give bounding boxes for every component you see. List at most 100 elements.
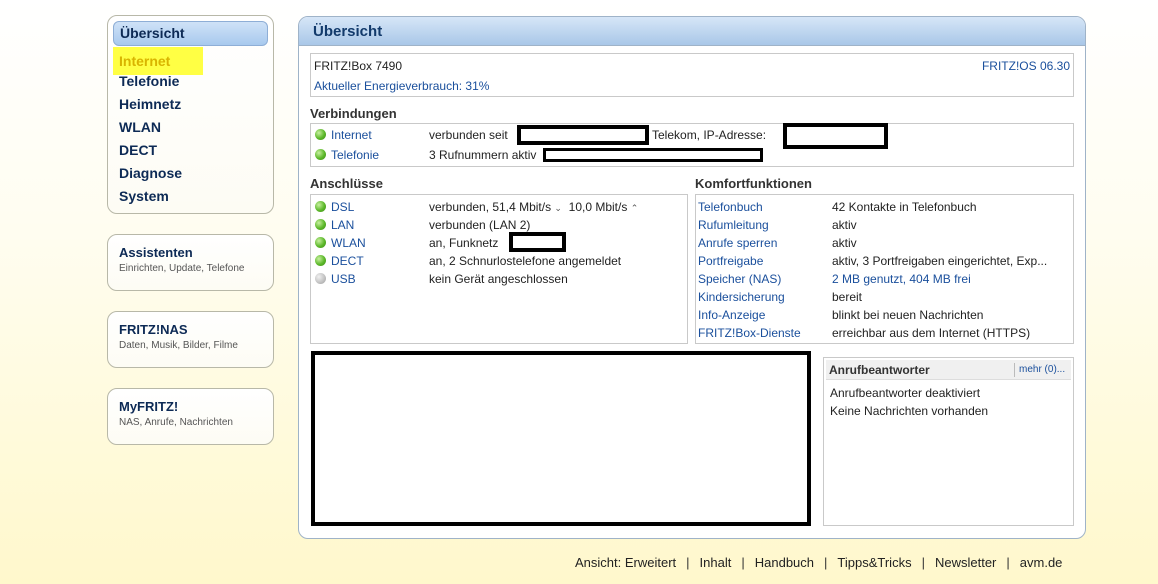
myfritz-card[interactable]: MyFRITZ! NAS, Anrufe, Nachrichten: [107, 388, 274, 445]
footer-separator: |: [1006, 555, 1010, 570]
footer-separator: |: [921, 555, 925, 570]
comfort-anrufe-sperren-value: aktiv: [832, 236, 857, 250]
nav-item-uebersicht[interactable]: Übersicht: [113, 21, 268, 46]
telefonie-link[interactable]: Telefonie: [331, 148, 379, 162]
comfort-info-anzeige-value: blinkt bei neuen Nachrichten: [832, 308, 984, 322]
ports-box: DSL verbunden, 51,4 Mbit/s ⌄ 10,0 Mbit/s…: [310, 194, 688, 344]
port-dsl: DSL: [315, 198, 354, 216]
comfort-anrufe-sperren[interactable]: Anrufe sperren: [698, 234, 777, 252]
footer-links: Ansicht: Erweitert | Inhalt | Handbuch | Tipps…: [575, 555, 1062, 570]
assistenten-title: Assistenten: [119, 245, 193, 260]
answering-machine-box: Anrufbeantworter mehr (0)... Anrufbeantw…: [823, 357, 1074, 526]
footer-separator: |: [741, 555, 745, 570]
assistenten-card[interactable]: Assistenten Einrichten, Update, Telefone: [107, 234, 274, 291]
port-dect: DECT: [315, 252, 364, 270]
internet-status: verbunden seit: [429, 128, 508, 142]
usb-value: kein Gerät angeschlossen: [429, 272, 568, 286]
arrow-down-icon: ⌄: [554, 203, 562, 213]
myfritz-title: MyFRITZ!: [119, 399, 179, 414]
port-usb: USB: [315, 270, 356, 288]
nav-item-wlan[interactable]: WLAN: [113, 116, 268, 139]
comfort-rufumleitung-value: aktiv: [832, 218, 857, 232]
fritznas-subtitle: Daten, Musik, Bilder, Filme: [119, 340, 238, 351]
comfort-portfreigabe[interactable]: Portfreigabe: [698, 252, 763, 270]
overview-panel: Übersicht FRITZ!Box 7490 FRITZ!OS 06.30 …: [298, 16, 1086, 539]
status-ok-icon: [315, 255, 326, 266]
nav-item-internet-label: Internet: [119, 53, 171, 69]
os-version-link[interactable]: FRITZ!OS 06.30: [982, 57, 1070, 75]
lan-link[interactable]: LAN: [331, 218, 354, 232]
nav-item-system[interactable]: System: [113, 185, 268, 208]
header-divider: [1014, 363, 1015, 377]
status-ok-icon: [315, 201, 326, 212]
port-wlan: WLAN: [315, 234, 366, 252]
main-navigation: Übersicht Internet Telefonie Heimnetz WL…: [107, 15, 274, 214]
footer-link-ansicht[interactable]: Ansicht: Erweitert: [575, 555, 676, 570]
footer-link-inhalt[interactable]: Inhalt: [700, 555, 732, 570]
dsl-upstream: 10,0 Mbit/s: [568, 200, 628, 214]
comfort-telefonbuch[interactable]: Telefonbuch: [698, 198, 763, 216]
comfort-speicher-value[interactable]: 2 MB genutzt, 404 MB frei: [832, 270, 971, 288]
device-info-box: FRITZ!Box 7490 FRITZ!OS 06.30 Aktueller …: [310, 53, 1074, 97]
telefonie-status: 3 Rufnummern aktiv: [429, 148, 537, 162]
redaction-block: [783, 123, 888, 149]
answering-machine-messages: Keine Nachrichten vorhanden: [830, 404, 989, 418]
comfort-rufumleitung[interactable]: Rufumleitung: [698, 216, 769, 234]
device-name: FRITZ!Box 7490: [314, 59, 403, 73]
redaction-block: [311, 351, 811, 526]
energy-link[interactable]: Aktueller Energieverbrauch: 31%: [314, 77, 489, 95]
redaction-block: [543, 148, 763, 162]
comfort-box: Telefonbuch 42 Kontakte in Telefonbuch R…: [695, 194, 1074, 344]
dsl-downstream: verbunden, 51,4 Mbit/s: [429, 200, 552, 214]
comfort-title: Komfortfunktionen: [695, 176, 812, 191]
nav-item-heimnetz[interactable]: Heimnetz: [113, 93, 268, 116]
comfort-info-anzeige[interactable]: Info-Anzeige: [698, 306, 765, 324]
status-inactive-icon: [315, 273, 326, 284]
footer-link-avm[interactable]: avm.de: [1020, 555, 1063, 570]
comfort-fritzbox-dienste[interactable]: FRITZ!Box-Dienste: [698, 324, 801, 342]
comfort-fritzbox-dienste-value: erreichbar aus dem Internet (HTTPS): [832, 326, 1031, 340]
fritznas-card[interactable]: FRITZ!NAS Daten, Musik, Bilder, Filme: [107, 311, 274, 368]
internet-provider: Telekom, IP-Adresse:: [652, 128, 767, 142]
footer-link-handbuch[interactable]: Handbuch: [755, 555, 814, 570]
internet-link[interactable]: Internet: [331, 128, 372, 142]
dsl-link[interactable]: DSL: [331, 200, 354, 214]
comfort-kindersicherung-value: bereit: [832, 290, 863, 304]
connections-title: Verbindungen: [310, 106, 397, 121]
usb-link[interactable]: USB: [331, 272, 356, 286]
footer-link-tipps[interactable]: Tipps&Tricks: [837, 555, 911, 570]
nav-item-telefonie[interactable]: Telefonie: [113, 70, 268, 93]
answering-machine-status: Anrufbeantworter deaktiviert: [830, 386, 981, 400]
comfort-portfreigabe-value: aktiv, 3 Portfreigaben eingerichtet, Exp…: [832, 254, 1048, 268]
dect-value: an, 2 Schnurlostelefone angemeldet: [429, 254, 622, 268]
fritznas-title: FRITZ!NAS: [119, 322, 188, 337]
comfort-telefonbuch-value: 42 Kontakte in Telefonbuch: [832, 200, 977, 214]
footer-separator: |: [824, 555, 828, 570]
answering-machine-more-link[interactable]: mehr (0)...: [1019, 361, 1065, 379]
assistenten-subtitle: Einrichten, Update, Telefone: [119, 263, 245, 274]
nav-item-diagnose[interactable]: Diagnose: [113, 162, 268, 185]
footer-link-newsletter[interactable]: Newsletter: [935, 555, 996, 570]
comfort-speicher[interactable]: Speicher (NAS): [698, 270, 781, 288]
myfritz-subtitle: NAS, Anrufe, Nachrichten: [119, 417, 233, 428]
wlan-value: an, Funknetz: [429, 236, 499, 250]
arrow-up-icon: ⌃: [630, 203, 639, 213]
port-lan: LAN: [315, 216, 354, 234]
status-ok-icon: [315, 149, 326, 160]
answering-machine-header: Anrufbeantworter mehr (0)...: [826, 360, 1071, 380]
status-ok-icon: [315, 237, 326, 248]
redaction-block: [509, 232, 566, 252]
page-title: Übersicht: [299, 17, 1085, 46]
nav-item-dect[interactable]: DECT: [113, 139, 268, 162]
connection-internet: Internet: [315, 126, 372, 144]
status-ok-icon: [315, 219, 326, 230]
dect-link[interactable]: DECT: [331, 254, 364, 268]
connections-box: Internet verbunden seit Telekom, IP-Adre…: [310, 123, 1074, 167]
wlan-link[interactable]: WLAN: [331, 236, 366, 250]
comfort-kindersicherung[interactable]: Kindersicherung: [698, 288, 785, 306]
ports-title: Anschlüsse: [310, 176, 383, 191]
dsl-value: verbunden, 51,4 Mbit/s ⌄ 10,0 Mbit/s ⌃: [429, 198, 638, 216]
answering-machine-title: Anrufbeantworter: [829, 363, 930, 377]
footer-separator: |: [686, 555, 690, 570]
status-ok-icon: [315, 129, 326, 140]
